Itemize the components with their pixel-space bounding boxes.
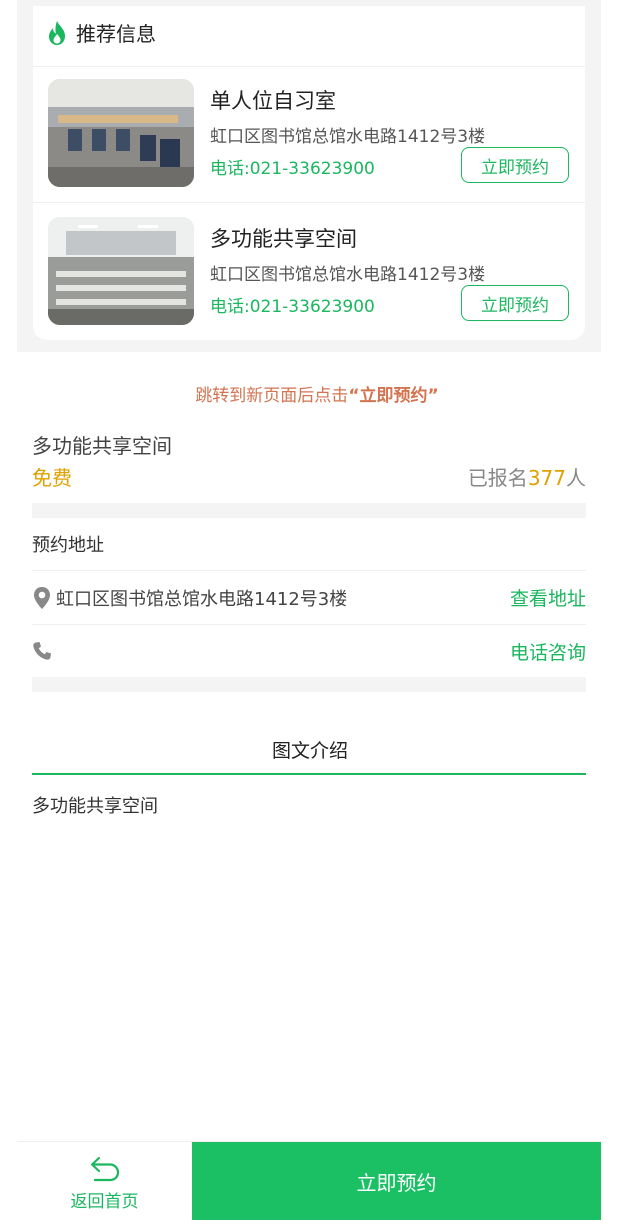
phone-consult-link[interactable]: 电话咨询: [510, 638, 586, 665]
hint-text: 跳转到新页面后点击: [195, 386, 349, 406]
hint-emphasis: “立即预约”: [348, 386, 439, 406]
section-separator: [32, 503, 586, 518]
book-button[interactable]: 立即预约: [461, 285, 569, 321]
divider: [32, 570, 586, 571]
item-name[interactable]: 多功能共享空间: [210, 223, 357, 253]
signup-prefix: 已报名: [467, 466, 528, 490]
item-address: 虹口区图书馆总馆水电路1412号3楼: [210, 265, 486, 285]
price-label: 免费: [32, 466, 72, 490]
item-phone[interactable]: 电话:021-33623900: [210, 292, 375, 317]
detail-title: 多功能共享空间: [32, 434, 172, 458]
back-arrow-icon: [90, 1156, 120, 1182]
instruction-hint: 跳转到新页面后点击“立即预约”: [0, 381, 634, 406]
intro-content: 多功能共享空间: [32, 796, 158, 817]
section-separator: [32, 677, 586, 692]
item-phone[interactable]: 电话:021-33623900: [210, 154, 375, 179]
tab-intro[interactable]: 图文介绍: [0, 736, 620, 763]
recommend-title: 推荐信息: [76, 22, 156, 46]
signup-count: 已报名377人: [468, 462, 586, 491]
divider: [33, 202, 585, 203]
book-button[interactable]: 立即预约: [461, 147, 569, 183]
location-pin-icon: [34, 587, 50, 609]
back-home-label[interactable]: 返回首页: [17, 1187, 192, 1212]
tab-underline: [32, 773, 586, 775]
study-room-thumbnail[interactable]: [48, 79, 194, 187]
signup-suffix: 人: [566, 466, 586, 490]
venue-address: 虹口区图书馆总馆水电路1412号3楼: [56, 589, 348, 610]
divider: [33, 66, 585, 67]
shared-space-thumbnail[interactable]: [48, 217, 194, 325]
signup-number: 377: [527, 466, 566, 490]
item-address: 虹口区图书馆总馆水电路1412号3楼: [210, 127, 486, 147]
book-now-button[interactable]: 立即预约: [192, 1142, 601, 1220]
phone-icon: [33, 642, 51, 660]
divider: [32, 624, 586, 625]
view-address-link[interactable]: 查看地址: [510, 584, 586, 611]
item-name[interactable]: 单人位自习室: [210, 85, 336, 115]
address-heading: 预约地址: [32, 535, 104, 556]
fire-icon: [49, 21, 65, 45]
